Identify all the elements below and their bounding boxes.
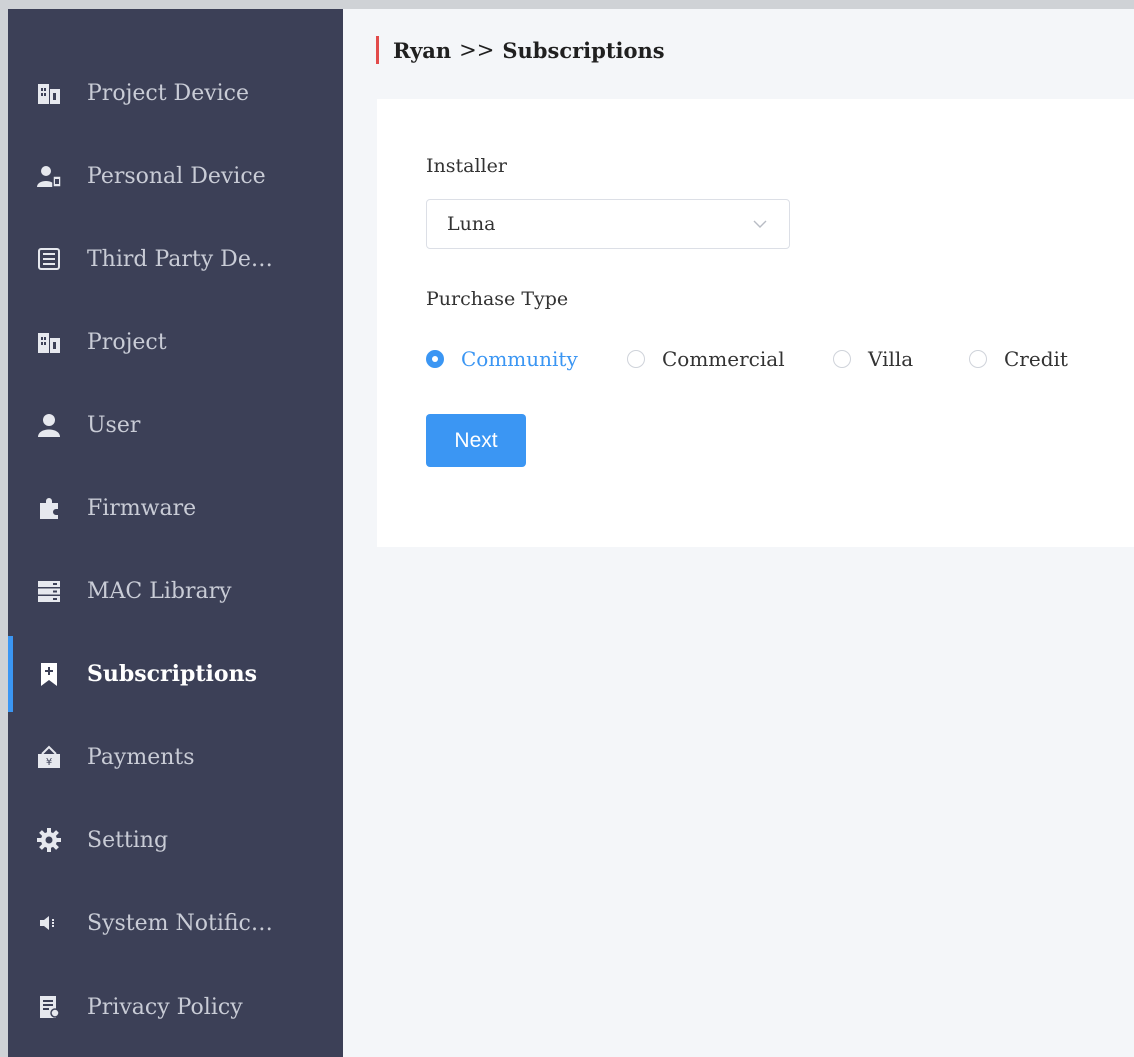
- breadcrumb-parent[interactable]: Ryan: [393, 38, 451, 63]
- next-button[interactable]: Next: [426, 414, 526, 467]
- user-icon: [34, 410, 64, 440]
- radio-circle[interactable]: [969, 350, 987, 368]
- top-border: [0, 0, 1134, 9]
- radio-community[interactable]: Community: [426, 346, 578, 372]
- radio-label: Villa: [868, 347, 914, 371]
- installer-select[interactable]: Luna: [426, 199, 790, 249]
- sidebar-item-label: Subscriptions: [87, 661, 257, 687]
- speaker-icon: [34, 908, 64, 938]
- sidebar-item-subscriptions[interactable]: Subscriptions: [8, 636, 343, 712]
- user-device-icon: [34, 161, 64, 191]
- breadcrumb: Ryan >> Subscriptions: [376, 36, 665, 64]
- breadcrumb-accent-bar: [376, 36, 379, 64]
- list-icon: [34, 244, 64, 274]
- sidebar-item-label: Personal Device: [87, 163, 266, 189]
- sidebar-item-third-party-device[interactable]: Third Party De…: [8, 229, 343, 289]
- sidebar-item-system-notification[interactable]: System Notific…: [8, 893, 343, 953]
- breadcrumb-separator: >>: [459, 38, 495, 62]
- sidebar-item-project[interactable]: Project: [8, 312, 343, 372]
- bookmark-plus-icon: [34, 659, 64, 689]
- sidebar-item-label: Third Party De…: [87, 246, 273, 272]
- building-icon: [34, 78, 64, 108]
- sidebar-item-mac-library[interactable]: MAC Library: [8, 561, 343, 621]
- radio-credit[interactable]: Credit: [969, 346, 1068, 372]
- sidebar: Project Device Personal Device Third Par…: [8, 9, 343, 1057]
- sidebar-item-label: Project Device: [87, 80, 250, 106]
- radio-label: Community: [461, 347, 578, 371]
- purchase-type-label: Purchase Type: [426, 288, 569, 310]
- sidebar-item-project-device[interactable]: Project Device: [8, 63, 343, 123]
- sidebar-item-label: Firmware: [87, 495, 197, 521]
- sidebar-item-privacy-policy[interactable]: Privacy Policy: [8, 977, 343, 1037]
- installer-select-value: Luna: [447, 213, 496, 235]
- sidebar-item-personal-device[interactable]: Personal Device: [8, 146, 343, 206]
- radio-label: Commercial: [662, 347, 785, 371]
- chevron-down-icon: [753, 220, 767, 228]
- sidebar-item-label: Payments: [87, 744, 195, 770]
- left-border: [0, 9, 8, 1057]
- radio-label: Credit: [1004, 347, 1068, 371]
- puzzle-icon: [34, 493, 64, 523]
- building-icon: [34, 327, 64, 357]
- breadcrumb-current: Subscriptions: [502, 37, 665, 63]
- radio-circle[interactable]: [833, 350, 851, 368]
- sidebar-item-label: MAC Library: [87, 578, 232, 604]
- sidebar-item-label: Project: [87, 329, 167, 355]
- server-icon: [34, 576, 64, 606]
- sidebar-item-setting[interactable]: Setting: [8, 810, 343, 870]
- installer-label: Installer: [426, 155, 507, 177]
- sidebar-item-label: System Notific…: [87, 910, 273, 936]
- bag-yen-icon: ¥: [34, 742, 64, 772]
- document-icon: [34, 992, 64, 1022]
- radio-villa[interactable]: Villa: [833, 346, 913, 372]
- sidebar-item-firmware[interactable]: Firmware: [8, 478, 343, 538]
- gear-icon: [34, 825, 64, 855]
- sidebar-item-label: Privacy Policy: [87, 994, 243, 1020]
- sidebar-item-user[interactable]: User: [8, 395, 343, 455]
- sidebar-item-payments[interactable]: ¥ Payments: [8, 727, 343, 787]
- svg-text:¥: ¥: [46, 757, 52, 768]
- radio-circle[interactable]: [426, 350, 444, 368]
- radio-commercial[interactable]: Commercial: [627, 346, 785, 372]
- sidebar-item-label: User: [87, 412, 141, 438]
- radio-circle[interactable]: [627, 350, 645, 368]
- sidebar-item-label: Setting: [87, 827, 169, 853]
